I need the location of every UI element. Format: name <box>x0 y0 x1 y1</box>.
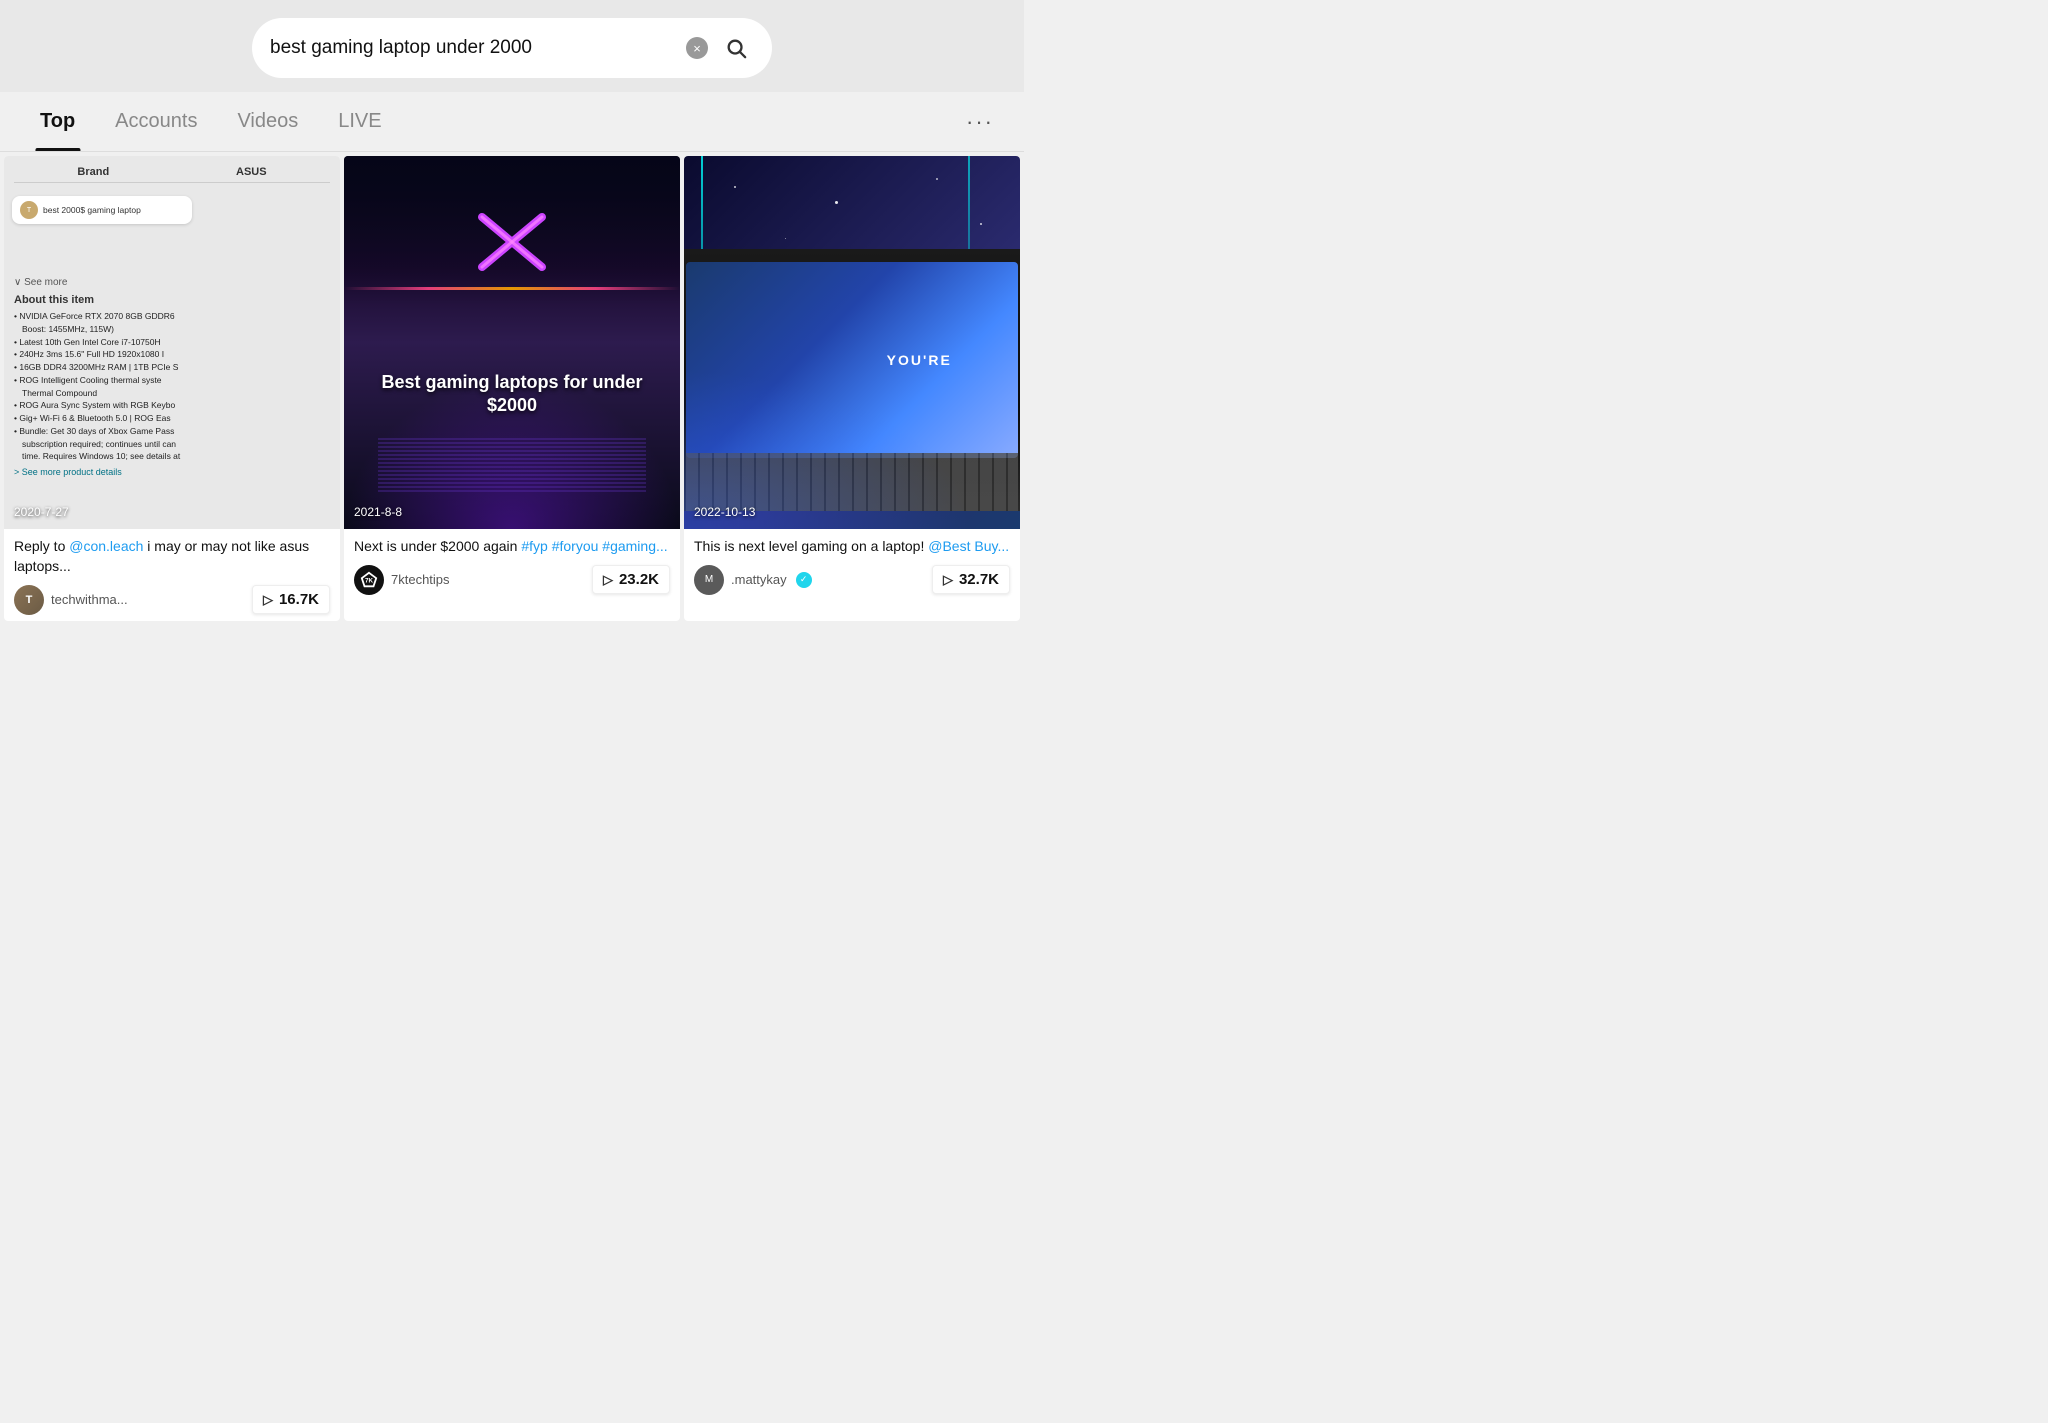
7ktechtips-logo: 7K <box>360 571 378 589</box>
thumbnail-3: YOU'RE 2022-10-13 <box>684 156 1020 529</box>
search-clear-button[interactable]: × <box>686 37 708 59</box>
video-info-2: Next is under $2000 again #fyp #foryou #… <box>344 529 680 601</box>
thumbnail-1: Brand ASUS T best 2000$ gaming laptop ∨ … <box>4 156 340 529</box>
youre-text: YOU'RE <box>887 352 952 368</box>
video-meta-3: M .mattykay ✓ ▷ 32.7K <box>694 565 1010 595</box>
video-meta-1: T techwithma... ▷ 16.7K <box>14 585 330 615</box>
video-author-2: 7K 7ktechtips <box>354 565 450 595</box>
brand-label: Brand <box>77 166 109 178</box>
author-name-1: techwithma... <box>51 592 128 607</box>
video-card-1[interactable]: Brand ASUS T best 2000$ gaming laptop ∨ … <box>4 156 340 621</box>
author-avatar-2: 7K <box>354 565 384 595</box>
author-name-3: .mattykay <box>731 572 787 587</box>
video-info-1: Reply to @con.leach i may or may not lik… <box>4 529 340 620</box>
comment-text: best 2000$ gaming laptop <box>43 205 141 215</box>
video-description-3: This is next level gaming on a laptop! @… <box>694 537 1010 557</box>
video-card-3[interactable]: YOU'RE 2022-10-13 This is next level gam… <box>684 156 1020 621</box>
tab-top[interactable]: Top <box>20 92 95 151</box>
tab-accounts[interactable]: Accounts <box>95 92 217 151</box>
video-author-3: M .mattykay ✓ <box>694 565 812 595</box>
thumbnail-2: Best gaming laptops for under $2000 2021… <box>344 156 680 529</box>
video-author-1: T techwithma... <box>14 585 128 615</box>
video-description-1: Reply to @con.leach i may or may not lik… <box>14 537 330 576</box>
video-date-1: 2020-7-27 <box>14 505 69 519</box>
results-grid: Brand ASUS T best 2000$ gaming laptop ∨ … <box>0 152 1024 625</box>
video-info-3: This is next level gaming on a laptop! @… <box>684 529 1020 601</box>
verified-badge-3: ✓ <box>796 572 812 588</box>
search-query-text: best gaming laptop under 2000 <box>270 37 676 59</box>
video-card-2[interactable]: Best gaming laptops for under $2000 2021… <box>344 156 680 621</box>
mention-2: #fyp #foryou #gaming... <box>521 538 667 554</box>
author-name-2: 7ktechtips <box>391 572 450 587</box>
search-bar: best gaming laptop under 2000 × <box>252 18 772 78</box>
x-icon <box>472 212 552 272</box>
laptop-image: YOU'RE <box>684 249 1020 510</box>
video-date-2: 2021-8-8 <box>354 505 402 519</box>
play-count-value-3: 32.7K <box>959 571 999 588</box>
play-count-value-2: 23.2K <box>619 571 659 588</box>
play-icon-1: ▷ <box>263 592 273 608</box>
play-count-3: ▷ 32.7K <box>932 565 1010 594</box>
tabs-container: Top Accounts Videos LIVE ··· <box>0 92 1024 152</box>
play-icon-2: ▷ <box>603 572 613 588</box>
tab-live[interactable]: LIVE <box>318 92 401 151</box>
video-date-3: 2022-10-13 <box>694 505 755 519</box>
svg-text:7K: 7K <box>365 577 374 584</box>
play-count-1: ▷ 16.7K <box>252 585 330 614</box>
spec-list: • NVIDIA GeForce RTX 2070 8GB GDDR6 Boos… <box>14 310 330 463</box>
video-meta-2: 7K 7ktechtips ▷ 23.2K <box>354 565 670 595</box>
play-count-value-1: 16.7K <box>279 591 319 608</box>
see-more: ∨ See more <box>14 277 330 288</box>
video-description-2: Next is under $2000 again #fyp #foryou #… <box>354 537 670 557</box>
mention-1: @con.leach <box>69 538 143 554</box>
mention-3: @Best Buy... <box>928 538 1009 554</box>
thumb-2-overlay-text: Best gaming laptops for under $2000 <box>344 371 680 418</box>
comment-bubble: T best 2000$ gaming laptop <box>12 196 192 224</box>
author-avatar-1: T <box>14 585 44 615</box>
play-icon-3: ▷ <box>943 572 953 588</box>
brand-value: ASUS <box>236 166 267 178</box>
search-bar-container: best gaming laptop under 2000 × <box>0 0 1024 92</box>
tabs-more-button[interactable]: ··· <box>956 99 1004 145</box>
author-avatar-3: M <box>694 565 724 595</box>
comment-avatar: T <box>20 201 38 219</box>
about-item: About this item <box>14 294 330 306</box>
see-details: > See more product details <box>14 467 330 477</box>
tab-videos[interactable]: Videos <box>217 92 318 151</box>
play-count-2: ▷ 23.2K <box>592 565 670 594</box>
search-button[interactable] <box>718 30 754 66</box>
